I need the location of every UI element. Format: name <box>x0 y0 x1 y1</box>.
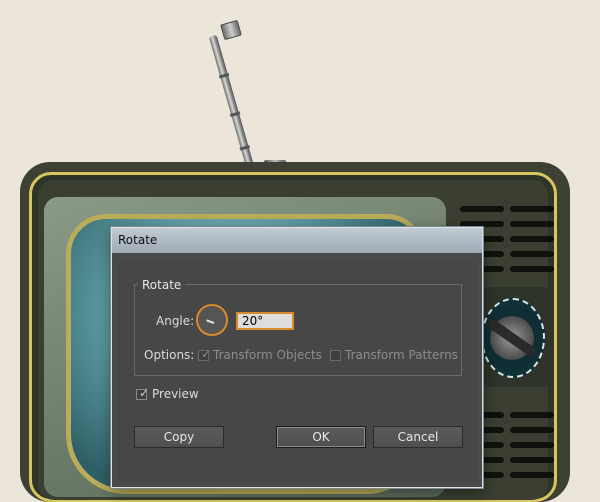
angle-dial-hand <box>206 319 215 324</box>
speaker-grille <box>510 266 554 272</box>
speaker-grille <box>510 472 554 478</box>
angle-label: Angle: <box>156 314 195 328</box>
angle-input[interactable] <box>236 312 294 330</box>
cancel-button[interactable]: Cancel <box>373 426 463 448</box>
dialog-title: Rotate <box>118 233 158 247</box>
speaker-grille <box>510 206 554 212</box>
speaker-grille <box>510 457 554 463</box>
speaker-grille <box>460 206 504 212</box>
preview-checkbox[interactable]: ✓ <box>136 386 150 400</box>
transform-objects-label: Transform Objects <box>213 348 322 362</box>
speaker-grille <box>510 251 554 257</box>
speaker-grille <box>510 236 554 242</box>
transform-patterns-label: Transform Patterns <box>345 348 458 362</box>
angle-dial-icon[interactable] <box>196 304 228 336</box>
dialog-titlebar[interactable]: Rotate <box>112 228 482 253</box>
antenna-icon <box>208 34 258 182</box>
speaker-grille <box>510 221 554 227</box>
speaker-grille <box>510 412 554 418</box>
dialog-body: Rotate Angle: Options: ✓ Transform Objec… <box>118 258 478 483</box>
speaker-grille <box>510 427 554 433</box>
rotate-group <box>134 284 462 376</box>
copy-button[interactable]: Copy <box>134 426 224 448</box>
checkmark-icon: ✓ <box>201 347 212 361</box>
ok-button[interactable]: OK <box>276 426 366 448</box>
antenna-tip <box>220 19 242 41</box>
rotate-dialog: Rotate Rotate Angle: Options: ✓ Transfor… <box>111 227 483 488</box>
transform-patterns-checkbox[interactable] <box>330 350 341 361</box>
preview-label[interactable]: Preview <box>152 387 199 401</box>
rotate-group-label: Rotate <box>138 278 186 292</box>
speaker-grille <box>510 442 554 448</box>
transform-objects-checkbox[interactable]: ✓ <box>198 347 212 361</box>
options-label: Options: <box>144 348 195 362</box>
checkmark-icon: ✓ <box>139 386 150 400</box>
